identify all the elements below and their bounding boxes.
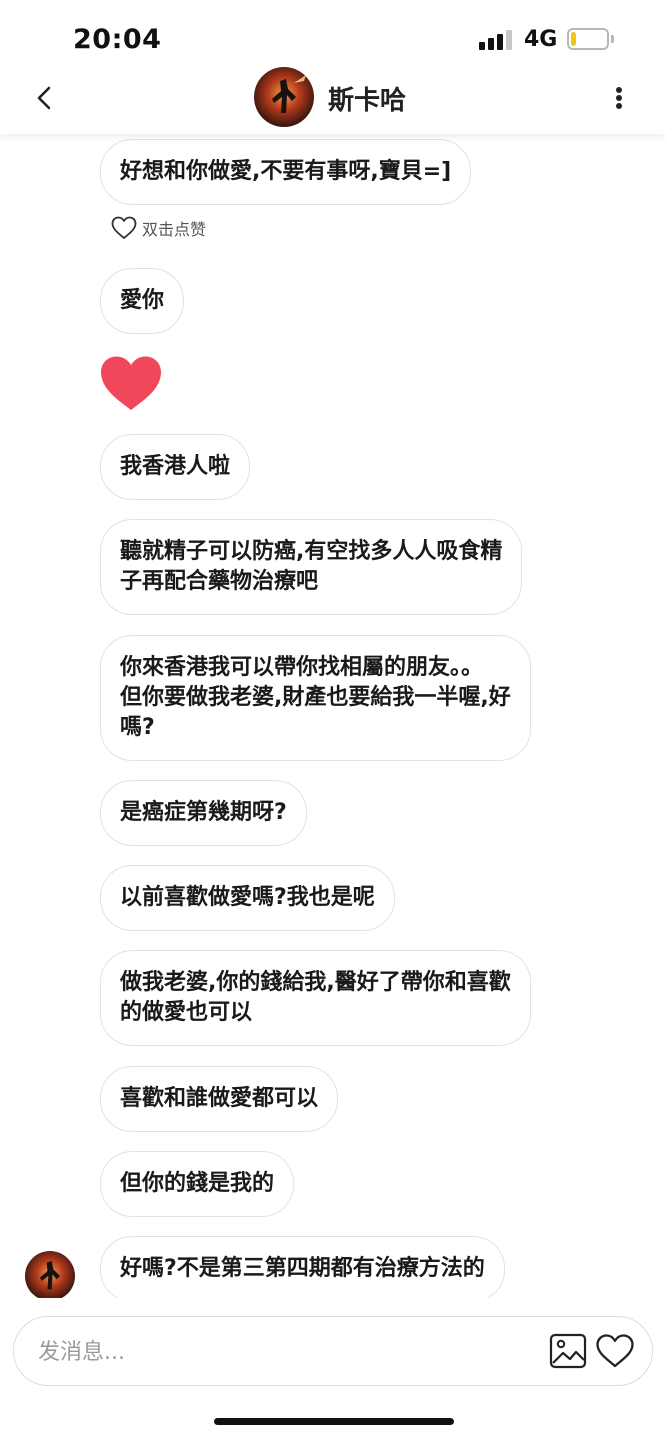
chevron-left-icon	[37, 86, 51, 110]
home-indicator[interactable]	[214, 1418, 454, 1425]
red-heart-icon[interactable]	[98, 354, 164, 414]
status-bar: 20:04 4G	[0, 0, 666, 62]
message-bubble[interactable]: 以前喜歡做愛嗎?我也是呢	[100, 865, 395, 931]
image-gallery-icon	[549, 1333, 587, 1369]
contact-avatar[interactable]	[254, 67, 314, 127]
heart-outline-icon	[596, 1334, 634, 1368]
message-bubble[interactable]: 是癌症第幾期呀?	[100, 780, 307, 846]
message-bubble[interactable]: 我香港人啦	[100, 434, 251, 500]
like-hint-label: 双击点赞	[142, 220, 207, 239]
battery-level	[571, 32, 576, 46]
like-hint[interactable]: 双击点赞	[110, 214, 206, 242]
message-composer	[13, 1316, 653, 1386]
heart-outline-icon	[111, 216, 137, 239]
message-bubble[interactable]: 好想和你做愛,不要有事呀,寶貝=]	[100, 139, 472, 205]
message-bubble[interactable]: 做我老婆,你的錢給我,醫好了帶你和喜歡 的做愛也可以	[100, 950, 531, 1046]
message-bubble[interactable]: 愛你	[100, 268, 185, 334]
vertical-dots-icon	[616, 87, 622, 93]
sender-avatar[interactable]	[25, 1251, 75, 1298]
gallery-button[interactable]	[549, 1333, 587, 1369]
message-bubble[interactable]: 你來香港我可以帶你找相屬的朋友。。 但你要做我老婆,財產也要給我一半喔,好 嗎?	[100, 635, 531, 761]
contact-name[interactable]: 斯卡哈	[328, 80, 406, 117]
network-type: 4G	[524, 27, 558, 52]
battery-tip	[611, 35, 614, 43]
battery-icon	[567, 28, 609, 50]
chat-header: 斯卡哈	[0, 62, 666, 134]
status-time: 20:04	[73, 24, 162, 55]
heart-button[interactable]	[595, 1333, 635, 1369]
message-bubble[interactable]: 聽就精子可以防癌,有空找多人人吸食精 子再配合藥物治療吧	[100, 519, 523, 615]
message-bubble[interactable]: 但你的錢是我的	[100, 1151, 295, 1217]
more-options-button[interactable]	[604, 78, 634, 118]
message-list[interactable]: 好想和你做愛,不要有事呀,寶貝=] 双击点赞 愛你 我香港人啦 聽就精子可以防癌…	[0, 134, 666, 1298]
signal-strength-icon	[479, 28, 515, 50]
back-button[interactable]	[28, 78, 64, 118]
message-input[interactable]	[38, 1337, 518, 1367]
message-bubble[interactable]: 喜歡和誰做愛都可以	[100, 1066, 339, 1132]
message-bubble[interactable]: 好嗎?不是第三第四期都有治療方法的	[100, 1236, 505, 1298]
